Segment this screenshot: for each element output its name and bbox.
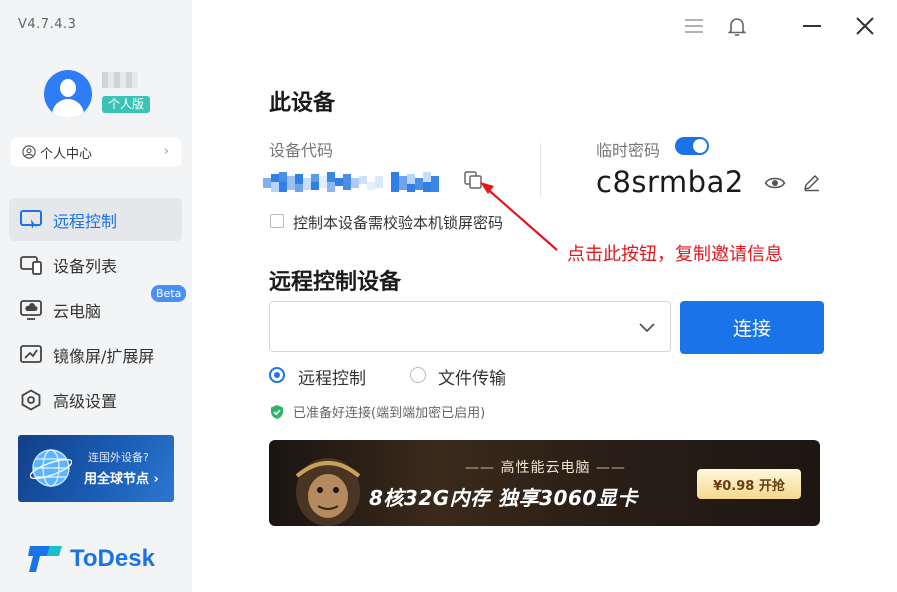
mode-file-transfer-label[interactable]: 文件传输 (438, 364, 506, 389)
promo-line2: 用全球节点 › (84, 472, 159, 487)
device-code-input[interactable] (280, 312, 624, 344)
edit-icon[interactable] (802, 172, 822, 192)
mirror-screen-icon (19, 343, 43, 367)
menu-icon[interactable] (682, 14, 706, 38)
banner-price-button[interactable]: ¥0.98 开抢 (697, 469, 801, 499)
wukong-character-image (295, 458, 361, 526)
brand-name: ToDesk (70, 545, 155, 572)
avatar[interactable] (44, 70, 92, 118)
device-list-icon (19, 253, 43, 277)
cloud-pc-ad-banner[interactable]: —— 高性能云电脑 —— 8核32G内存 独享3060显卡 ¥0.98 开抢 (269, 440, 820, 526)
username-masked (102, 72, 138, 88)
remote-control-title: 远程控制设备 (269, 270, 402, 295)
sidebar-item-mirror-screen[interactable]: 镜像屏/扩展屏 (9, 333, 182, 376)
cloud-pc-icon (19, 298, 43, 322)
todesk-logo: ToDesk (28, 543, 155, 575)
lock-password-checkbox-label: 控制本设备需校验本机锁屏密码 (293, 214, 504, 232)
minimize-icon[interactable] (800, 14, 824, 38)
sidebar-item-label: 高级设置 (53, 391, 118, 411)
sidebar-item-remote-control[interactable]: 远程控制 (9, 198, 182, 241)
device-code-label: 设备代码 (269, 141, 334, 160)
temp-password-toggle[interactable] (675, 137, 709, 155)
app-version: V4.7.4.3 (18, 17, 77, 32)
eye-icon[interactable] (764, 172, 786, 194)
todesk-logo-icon (28, 546, 62, 572)
connection-status-text: 已准备好连接(端到端加密已启用) (293, 406, 486, 421)
settings-icon (19, 388, 43, 412)
personal-center-button[interactable]: 个人中心 › (11, 137, 181, 167)
mode-remote-control-radio[interactable] (269, 367, 285, 383)
global-node-promo[interactable]: 连国外设备? 用全球节点 › (18, 435, 174, 502)
sidebar-item-advanced-settings[interactable]: 高级设置 (9, 378, 182, 421)
shield-check-icon (271, 404, 283, 419)
lock-password-checkbox[interactable] (270, 214, 284, 228)
banner-headline: 8核32G内存 独享3060显卡 (369, 486, 638, 510)
annotation-text: 点击此按钮，复制邀请信息 (567, 244, 783, 265)
globe-icon (30, 449, 72, 487)
remote-control-icon (19, 208, 43, 232)
chevron-down-icon[interactable] (638, 318, 656, 336)
divider (540, 143, 541, 197)
sidebar-item-device-list[interactable]: 设备列表 (9, 243, 182, 286)
close-icon[interactable] (853, 14, 877, 38)
user-circle-icon (22, 145, 36, 159)
sidebar: V4.7.4.3 个人版 个人中心 › 远程控制 设备列表 云电脑 Beta 镜… (0, 0, 192, 592)
device-code-masked (263, 172, 439, 192)
sidebar-item-label: 远程控制 (53, 211, 118, 231)
connect-button[interactable]: 连接 (680, 301, 824, 354)
connection-status: 已准备好连接(端到端加密已启用) (269, 402, 485, 421)
promo-line1: 连国外设备? (88, 451, 149, 464)
this-device-title: 此设备 (269, 91, 336, 116)
beta-badge: Beta (151, 285, 187, 302)
edition-badge: 个人版 (102, 96, 151, 113)
device-code-input-box[interactable] (269, 301, 671, 352)
bell-icon[interactable] (725, 14, 749, 38)
personal-center-label: 个人中心 (40, 146, 93, 162)
mode-remote-control-label[interactable]: 远程控制 (298, 364, 366, 389)
chevron-right-icon: › (163, 144, 169, 159)
mode-file-transfer-radio[interactable] (410, 367, 426, 383)
sidebar-item-label: 设备列表 (53, 256, 118, 276)
sidebar-item-label: 云电脑 (53, 301, 102, 321)
copy-icon[interactable] (463, 170, 483, 190)
sidebar-item-label: 镜像屏/扩展屏 (53, 346, 155, 366)
banner-subtitle: —— 高性能云电脑 —— (465, 460, 626, 476)
temp-password-label: 临时密码 (596, 141, 661, 160)
temp-password-value: c8srmba2 (596, 165, 744, 199)
